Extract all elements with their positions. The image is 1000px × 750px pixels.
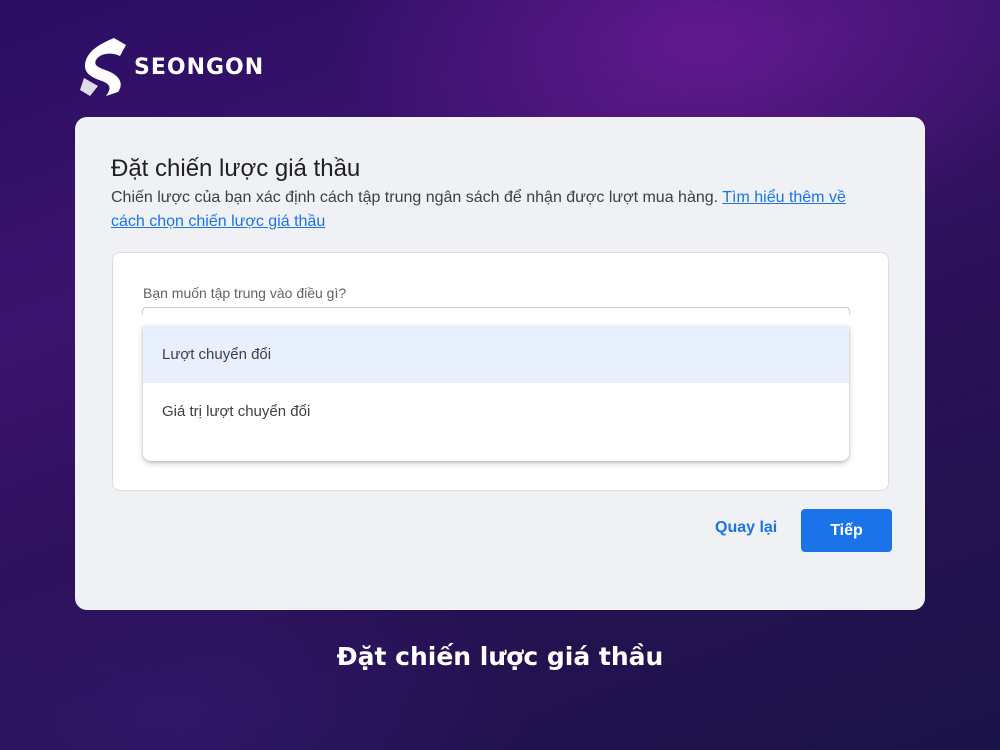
focus-dropdown-menu: Lượt chuyển đổi Giá trị lượt chuyển đổi <box>143 326 849 461</box>
brand-name: SEONGON <box>134 54 265 80</box>
description-text: Chiến lược của bạn xác định cách tập tru… <box>111 189 719 206</box>
focus-selection-panel: Bạn muốn tập trung vào điều gì? Lượt chu… <box>112 252 889 491</box>
focus-select-field[interactable] <box>142 307 850 314</box>
brand-logo: SEONGON <box>80 38 264 96</box>
option-conversions[interactable]: Lượt chuyển đổi <box>143 326 849 383</box>
focus-question-label: Bạn muốn tập trung vào điều gì? <box>143 285 347 301</box>
back-button[interactable]: Quay lại <box>715 519 777 537</box>
image-caption: Đặt chiến lược giá thầu <box>336 642 664 671</box>
dialog-title: Đặt chiến lược giá thầu <box>111 155 361 182</box>
bid-strategy-dialog: Đặt chiến lược giá thầu Chiến lược của b… <box>75 117 925 610</box>
option-conversion-value[interactable]: Giá trị lượt chuyển đổi <box>143 383 849 440</box>
seongon-s-logo-icon <box>80 38 126 96</box>
next-button[interactable]: Tiếp <box>801 509 892 552</box>
dialog-description: Chiến lược của bạn xác định cách tập tru… <box>111 186 881 234</box>
